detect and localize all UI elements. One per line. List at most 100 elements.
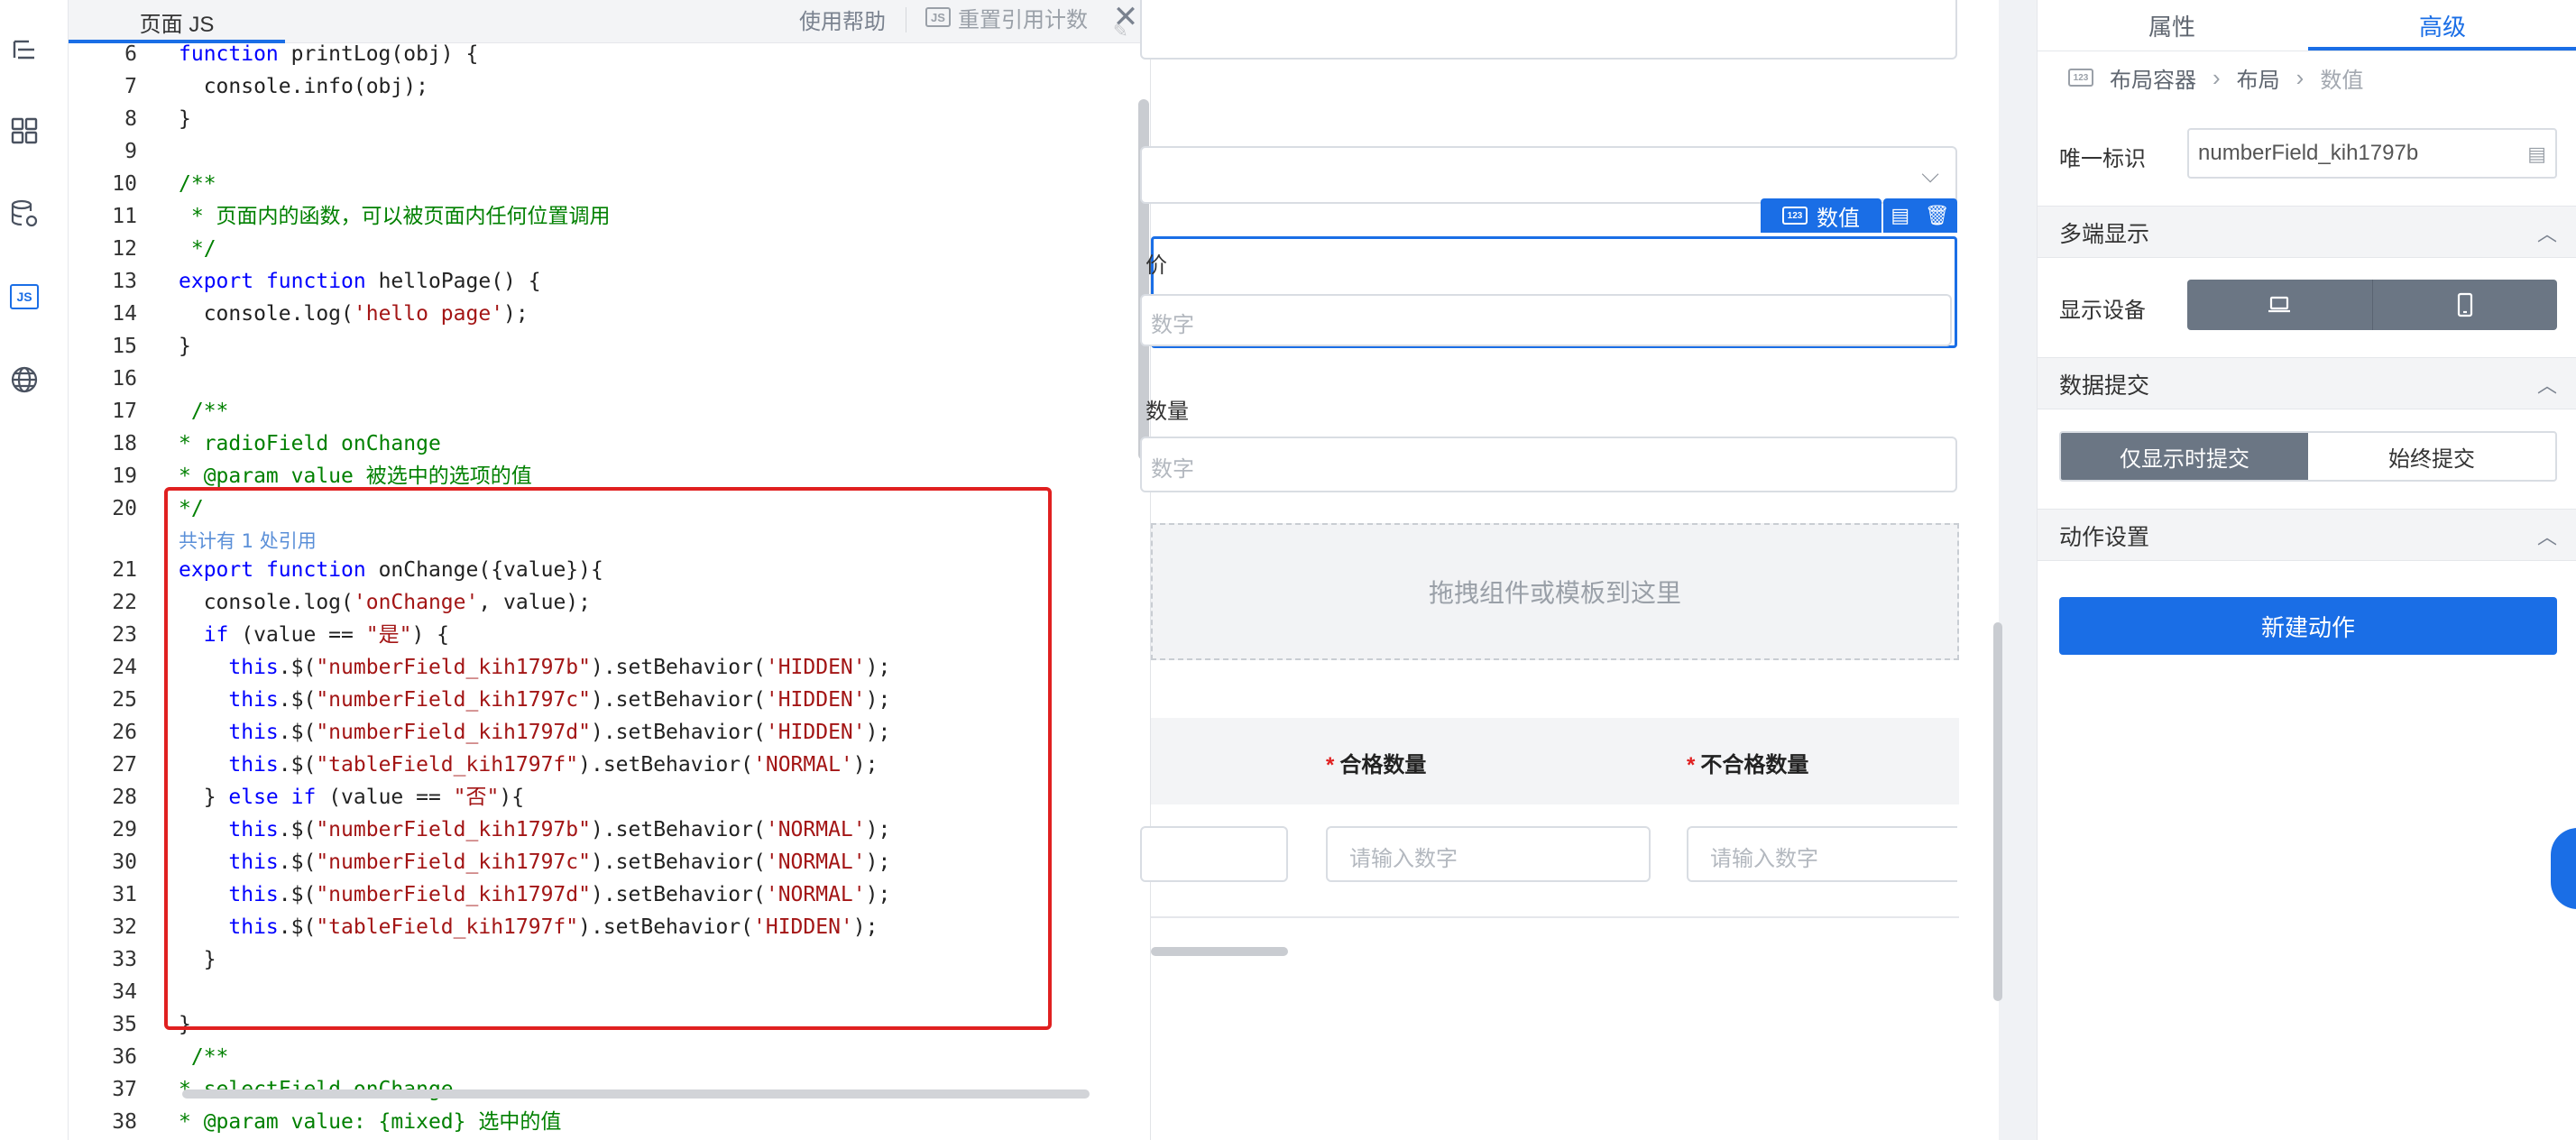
outline-icon[interactable] bbox=[7, 32, 41, 67]
breadcrumb-item-number: 数值 bbox=[2320, 68, 2364, 93]
table-header bbox=[1151, 718, 1959, 804]
col-header-pass-label: 合格数量 bbox=[1339, 753, 1427, 777]
code-line[interactable]: export function helloPage() { bbox=[179, 265, 541, 298]
table-cell-input[interactable] bbox=[1140, 826, 1288, 882]
section-action-settings[interactable]: 动作设置 ︿ bbox=[2038, 509, 2576, 561]
breadcrumb-item-layout-container[interactable]: 布局容器 bbox=[2110, 62, 2196, 94]
submit-when-visible-option[interactable]: 仅显示时提交 bbox=[2061, 433, 2308, 480]
code-line[interactable]: * radioField onChange bbox=[179, 428, 441, 460]
line-number: 18 bbox=[112, 432, 137, 455]
datasource-icon[interactable] bbox=[7, 197, 41, 231]
line-number: 28 bbox=[112, 786, 137, 809]
line-number: 21 bbox=[112, 558, 137, 582]
line-number: 9 bbox=[124, 140, 137, 163]
chevron-up-icon: ︿ bbox=[2536, 223, 2557, 245]
unique-id-field[interactable]: numberField_kih1797b ▤ bbox=[2187, 128, 2557, 179]
line-number: 20 bbox=[112, 497, 137, 520]
code-line[interactable]: */ bbox=[179, 233, 216, 265]
field-label-quantity: 数量 bbox=[1145, 400, 1189, 424]
reset-ref-count-button[interactable]: JS 重置引用计数 bbox=[925, 0, 1088, 34]
tab-page-js[interactable]: 页面 JS bbox=[69, 0, 285, 43]
line-number: 14 bbox=[112, 302, 137, 326]
price-input[interactable]: 数字 bbox=[1140, 294, 1952, 346]
line-number: 17 bbox=[112, 400, 137, 423]
line-number: 16 bbox=[112, 367, 137, 391]
highlight-annotation-box bbox=[164, 487, 1052, 1030]
code-line[interactable]: /** bbox=[179, 1041, 229, 1073]
table-cell-fail-input[interactable]: 请输入数字 bbox=[1687, 826, 1957, 882]
fail-input-placeholder: 请输入数字 bbox=[1710, 847, 1818, 871]
line-number: 10 bbox=[112, 172, 137, 196]
code-line[interactable]: console.info(obj); bbox=[179, 70, 428, 103]
quantity-input[interactable]: 数字 bbox=[1140, 437, 1957, 492]
help-link[interactable]: 使用帮助 bbox=[799, 0, 886, 38]
required-mark: * bbox=[1687, 753, 1696, 777]
delete-icon[interactable]: 🗑 bbox=[1925, 204, 1950, 227]
line-number: 35 bbox=[112, 1013, 137, 1036]
select-field-box[interactable]: ⌵ bbox=[1140, 146, 1957, 204]
selected-component-tag[interactable]: 123 数值 bbox=[1761, 198, 1881, 233]
required-mark: * bbox=[1326, 753, 1335, 777]
left-icon-rail: JS bbox=[0, 0, 69, 1140]
code-line[interactable]: /** bbox=[179, 168, 216, 200]
line-number: 13 bbox=[112, 270, 137, 293]
tab-properties[interactable]: 属性 bbox=[2038, 0, 2306, 51]
line-number: 33 bbox=[112, 948, 137, 971]
drop-zone[interactable]: 拖拽组件或模板到这里 bbox=[1151, 523, 1959, 660]
code-line[interactable]: function printLog(obj) { bbox=[179, 43, 478, 70]
copy-icon[interactable]: ▤ bbox=[1891, 204, 1909, 227]
line-number: 22 bbox=[112, 591, 137, 614]
table-cell-pass-input[interactable]: 请输入数字 bbox=[1326, 826, 1651, 882]
code-line[interactable]: } bbox=[179, 103, 191, 135]
code-line[interactable]: console.log('hello page'); bbox=[179, 298, 529, 330]
quantity-input-placeholder: 数字 bbox=[1151, 457, 1194, 482]
line-number: 36 bbox=[112, 1045, 137, 1069]
components-icon[interactable] bbox=[7, 114, 41, 148]
field-label-price: 价 bbox=[1145, 253, 1167, 278]
laptop-icon[interactable] bbox=[2187, 280, 2372, 330]
line-number: 30 bbox=[112, 850, 137, 874]
display-device-toggle bbox=[2187, 280, 2557, 330]
chevron-right-icon: › bbox=[2213, 63, 2221, 91]
table-horizontal-scrollbar[interactable] bbox=[1151, 947, 1288, 956]
table-row-divider bbox=[1151, 916, 1959, 918]
js-icon[interactable]: JS bbox=[7, 280, 41, 314]
canvas-gutter bbox=[1999, 0, 2037, 1140]
selected-component-label: 数值 bbox=[1817, 206, 1860, 231]
submit-always-option[interactable]: 始终提交 bbox=[2308, 433, 2555, 480]
code-horizontal-scrollbar[interactable] bbox=[182, 1089, 1090, 1099]
code-line[interactable]: * @param value: {mixed} 选中的值 bbox=[179, 1106, 561, 1138]
tab-advanced[interactable]: 高级 bbox=[2308, 0, 2576, 51]
code-line[interactable]: /** bbox=[179, 395, 229, 428]
breadcrumb-item-layout[interactable]: 布局 bbox=[2237, 62, 2280, 94]
canvas-vertical-scrollbar[interactable] bbox=[1993, 622, 2002, 1001]
line-number: 11 bbox=[112, 205, 137, 228]
code-line[interactable]: * 页面内的函数，可以被页面内任何位置调用 bbox=[179, 200, 611, 233]
line-number: 32 bbox=[112, 915, 137, 939]
chevron-down-icon: ⌵ bbox=[1921, 161, 1939, 188]
line-number: 23 bbox=[112, 623, 137, 647]
globe-icon[interactable] bbox=[7, 363, 41, 397]
copy-icon[interactable]: ▤ bbox=[2527, 142, 2546, 166]
edit-icon: ✎ bbox=[1113, 22, 1128, 41]
line-number: 7 bbox=[124, 75, 137, 98]
new-action-button[interactable]: 新建动作 bbox=[2059, 597, 2557, 655]
section-multi-display[interactable]: 多端显示 ︿ bbox=[2038, 206, 2576, 258]
editor-header: 页面 JS 使用帮助 JS 重置引用计数 ✕ bbox=[69, 0, 1151, 43]
unique-id-label: 唯一标识 bbox=[2059, 147, 2146, 171]
col-header-fail-label: 不合格数量 bbox=[1700, 753, 1809, 777]
js-editor-panel: 页面 JS 使用帮助 JS 重置引用计数 ✕ 6 function printLo… bbox=[69, 0, 1151, 1140]
col-header-fail-qty: * 不合格数量 bbox=[1687, 747, 1808, 778]
section-data-submit[interactable]: 数据提交 ︿ bbox=[2038, 357, 2576, 409]
line-number: 34 bbox=[112, 980, 137, 1004]
number-type-icon: 123 bbox=[2068, 69, 2093, 87]
line-number: 29 bbox=[112, 818, 137, 841]
code-line[interactable]: } bbox=[179, 330, 191, 363]
section-title: 数据提交 bbox=[2059, 373, 2150, 399]
section-title: 动作设置 bbox=[2059, 525, 2150, 550]
top-field-box[interactable] bbox=[1140, 0, 1957, 60]
section-title: 多端显示 bbox=[2059, 222, 2150, 247]
chevron-up-icon: ︿ bbox=[2536, 374, 2557, 397]
floating-assistant-button[interactable] bbox=[2551, 828, 2576, 909]
mobile-icon[interactable] bbox=[2371, 280, 2558, 330]
